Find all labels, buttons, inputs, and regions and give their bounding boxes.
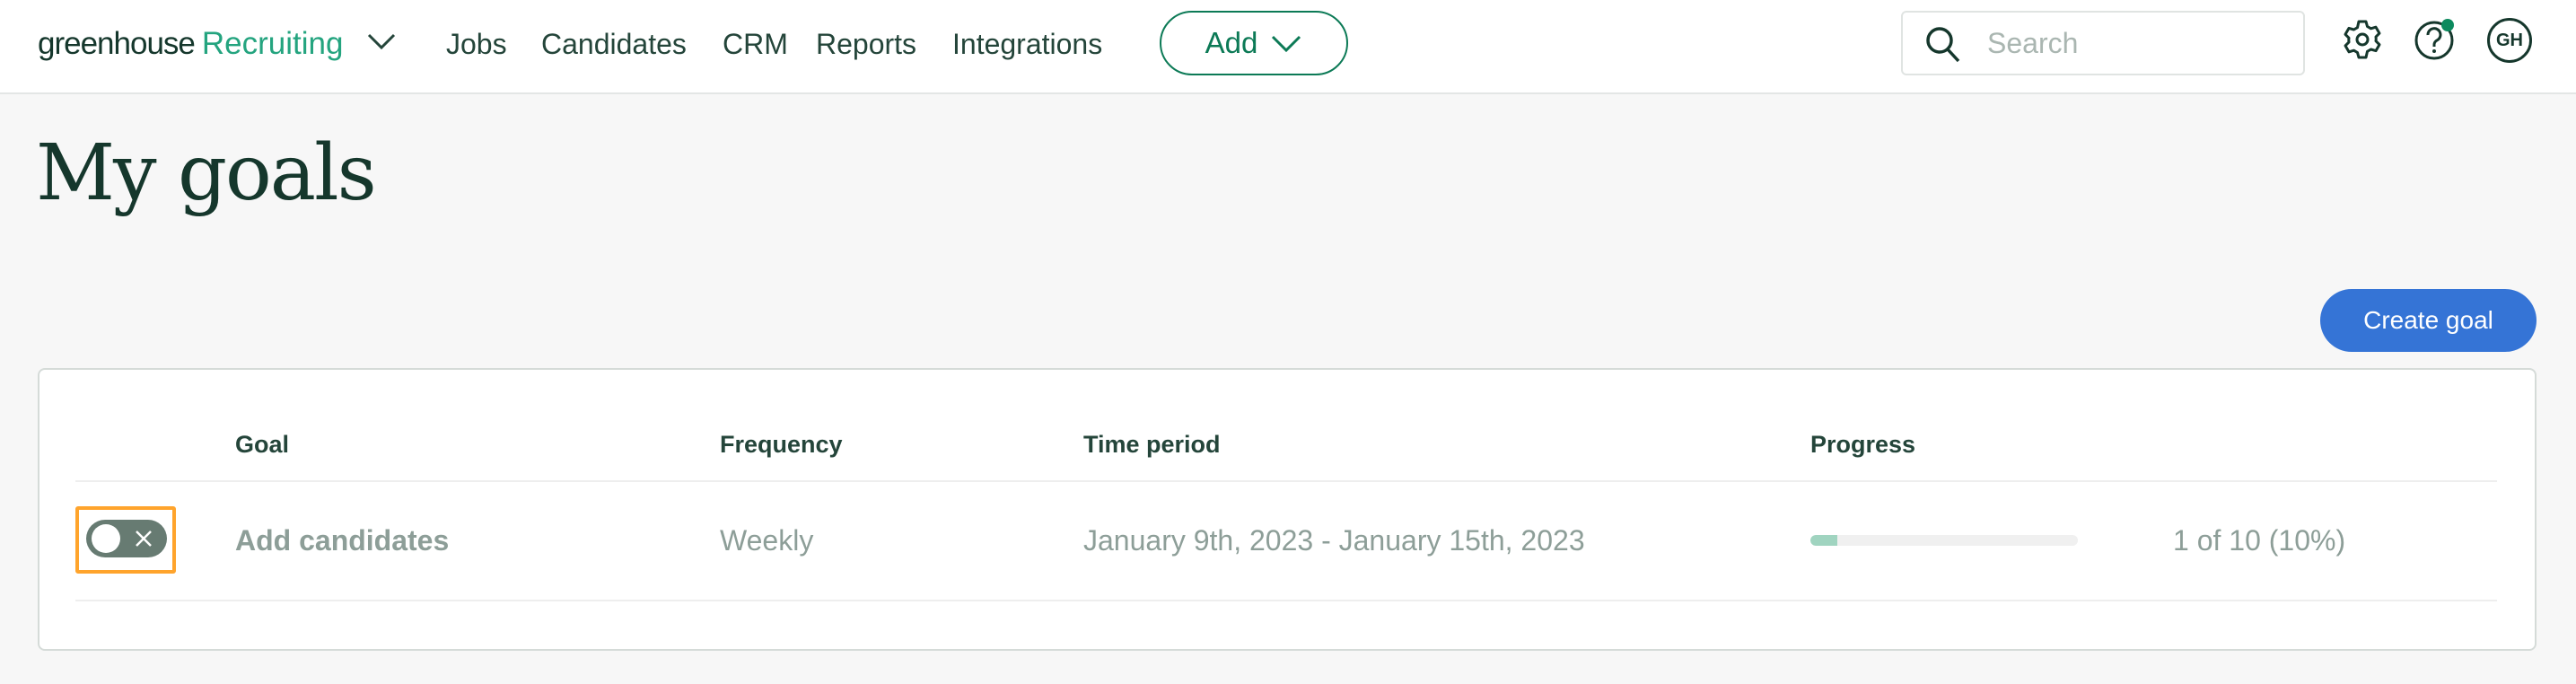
row-divider [75, 600, 2497, 601]
goal-time-period: January 9th, 2023 - January 15th, 2023 [1083, 524, 1585, 557]
logo-brand: greenhouse [38, 26, 196, 61]
help-icon [2414, 19, 2454, 60]
goals-table-card [38, 368, 2537, 651]
chevron-down-icon[interactable] [366, 31, 397, 52]
chevron-down-icon [1272, 35, 1301, 53]
column-header-progress: Progress [1810, 431, 1916, 458]
page-title: My goals [36, 128, 377, 218]
goal-name[interactable]: Add candidates [235, 522, 449, 558]
progress-bar [1810, 535, 2078, 546]
help-button[interactable] [2414, 18, 2457, 61]
search-input[interactable] [1987, 22, 2283, 65]
add-dropdown-button[interactable]: Add [1160, 11, 1348, 75]
column-header-time-period: Time period [1083, 431, 1221, 458]
greenhouse-logo[interactable]: greenhouse Recruiting [38, 22, 343, 66]
goal-frequency: Weekly [720, 524, 814, 557]
search-icon [1926, 27, 1960, 63]
close-icon [136, 531, 152, 547]
user-avatar[interactable]: GH [2487, 18, 2532, 63]
nav-reports[interactable]: Reports [816, 22, 916, 66]
gear-icon[interactable] [2341, 18, 2384, 61]
header-divider [75, 480, 2497, 482]
search-box[interactable] [1901, 11, 2305, 75]
top-nav-bar: greenhouse Recruiting Jobs Candidates CR… [0, 0, 2576, 94]
logo-product: Recruiting [201, 26, 344, 61]
goal-enabled-toggle[interactable] [86, 520, 167, 557]
nav-candidates[interactable]: Candidates [541, 22, 687, 66]
create-goal-button[interactable]: Create goal [2320, 289, 2537, 352]
nav-crm[interactable]: CRM [723, 22, 788, 66]
nav-jobs[interactable]: Jobs [446, 22, 507, 66]
column-header-frequency: Frequency [720, 431, 843, 458]
add-button-label: Add [1205, 26, 1258, 59]
column-header-goal: Goal [235, 431, 290, 458]
notification-dot [2441, 19, 2454, 31]
progress-bar-fill [1810, 535, 1837, 546]
nav-integrations[interactable]: Integrations [952, 22, 1102, 66]
toggle-knob [92, 524, 120, 553]
progress-text: 1 of 10 (10%) [2173, 524, 2346, 557]
